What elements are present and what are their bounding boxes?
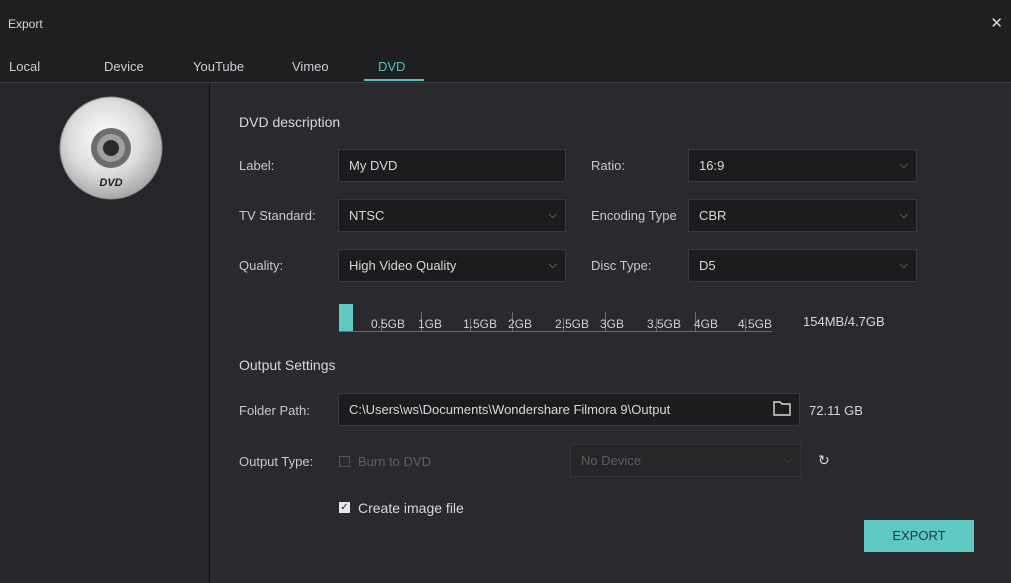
capacity-usage-text: 154MB/4.7GB — [803, 314, 885, 329]
capacity-bar-baseline — [339, 331, 772, 332]
encoding-type-label: Encoding Type — [591, 208, 677, 223]
chevron-down-icon: ⌵ — [548, 259, 557, 271]
disc-type-value: D5 — [699, 258, 716, 273]
label-input[interactable]: My DVD — [338, 149, 566, 182]
output-type-label: Output Type: — [239, 454, 314, 469]
capacity-tick-label: 4GB — [694, 317, 719, 331]
chevron-down-icon: ⌵ — [899, 209, 908, 221]
tab-vimeo[interactable]: Vimeo — [292, 59, 329, 74]
free-space-text: 72.11 GB — [809, 403, 863, 418]
chevron-down-icon: ⌵ — [899, 159, 908, 171]
encoding-type-value: CBR — [699, 208, 727, 223]
label-input-value: My DVD — [349, 158, 398, 173]
folder-path-input[interactable]: C:\Users\ws\Documents\Wondershare Filmor… — [338, 393, 800, 426]
output-settings-title: Output Settings — [239, 357, 336, 373]
disc-type-label: Disc Type: — [591, 258, 652, 273]
ratio-label: Ratio: — [591, 158, 625, 173]
export-button[interactable]: EXPORT — [864, 520, 974, 552]
chevron-down-icon: ⌵ — [548, 209, 557, 221]
capacity-tick-label: 4.5GB — [738, 317, 773, 331]
capacity-tick-label: 3.5GB — [647, 317, 682, 331]
capacity-tick-label: 3GB — [600, 317, 625, 331]
quality-select[interactable]: High Video Quality ⌵ — [338, 249, 566, 282]
capacity-tick-label: 2GB — [508, 317, 533, 331]
window-title: Export — [8, 17, 43, 31]
burn-to-dvd-checkbox[interactable] — [339, 456, 350, 467]
capacity-tick-label: 1.5GB — [463, 317, 498, 331]
disc-type-select[interactable]: D5 ⌵ — [688, 249, 917, 282]
device-select[interactable]: No Device ⌵ — [570, 444, 801, 477]
quality-value: High Video Quality — [349, 258, 457, 273]
burn-to-dvd-label: Burn to DVD — [358, 454, 431, 469]
encoding-type-select[interactable]: CBR ⌵ — [688, 199, 917, 232]
chevron-down-icon: ⌵ — [783, 454, 792, 466]
folder-path-label: Folder Path: — [239, 403, 310, 418]
create-image-label: Create image file — [358, 500, 464, 516]
dvd-disc-icon: DVD — [59, 96, 163, 200]
tv-standard-select[interactable]: NTSC ⌵ — [338, 199, 566, 232]
capacity-used-fill — [339, 304, 353, 332]
title-bar: Export ✕ — [0, 0, 1011, 46]
active-tab-indicator — [364, 79, 424, 81]
label-field-label: Label: — [239, 158, 275, 173]
create-image-checkbox[interactable]: ✓ — [339, 502, 350, 513]
close-icon[interactable]: ✕ — [990, 14, 1003, 32]
quality-label: Quality: — [239, 258, 284, 273]
tab-dvd[interactable]: DVD — [378, 59, 405, 74]
capacity-tick-label: 1GB — [418, 317, 443, 331]
dvd-logo-text: DVD — [99, 177, 122, 189]
tab-bar: Local Device YouTube Vimeo DVD — [0, 46, 1011, 83]
tv-standard-value: NTSC — [349, 208, 385, 223]
tab-youtube[interactable]: YouTube — [193, 59, 244, 74]
folder-path-value: C:\Users\ws\Documents\Wondershare Filmor… — [349, 402, 671, 417]
device-value: No Device — [581, 453, 641, 468]
capacity-tick-label: 2.5GB — [555, 317, 590, 331]
tab-local[interactable]: Local — [9, 59, 40, 74]
tab-device[interactable]: Device — [104, 59, 144, 74]
folder-icon[interactable] — [773, 400, 791, 416]
tv-standard-label: TV Standard: — [239, 208, 316, 223]
dvd-description-title: DVD description — [239, 114, 341, 130]
capacity-tick-label: 0.5GB — [371, 317, 406, 331]
chevron-down-icon: ⌵ — [899, 259, 908, 271]
ratio-select[interactable]: 16:9 ⌵ — [688, 149, 917, 182]
ratio-select-value: 16:9 — [699, 158, 725, 173]
refresh-icon[interactable]: ↻ — [818, 452, 830, 469]
